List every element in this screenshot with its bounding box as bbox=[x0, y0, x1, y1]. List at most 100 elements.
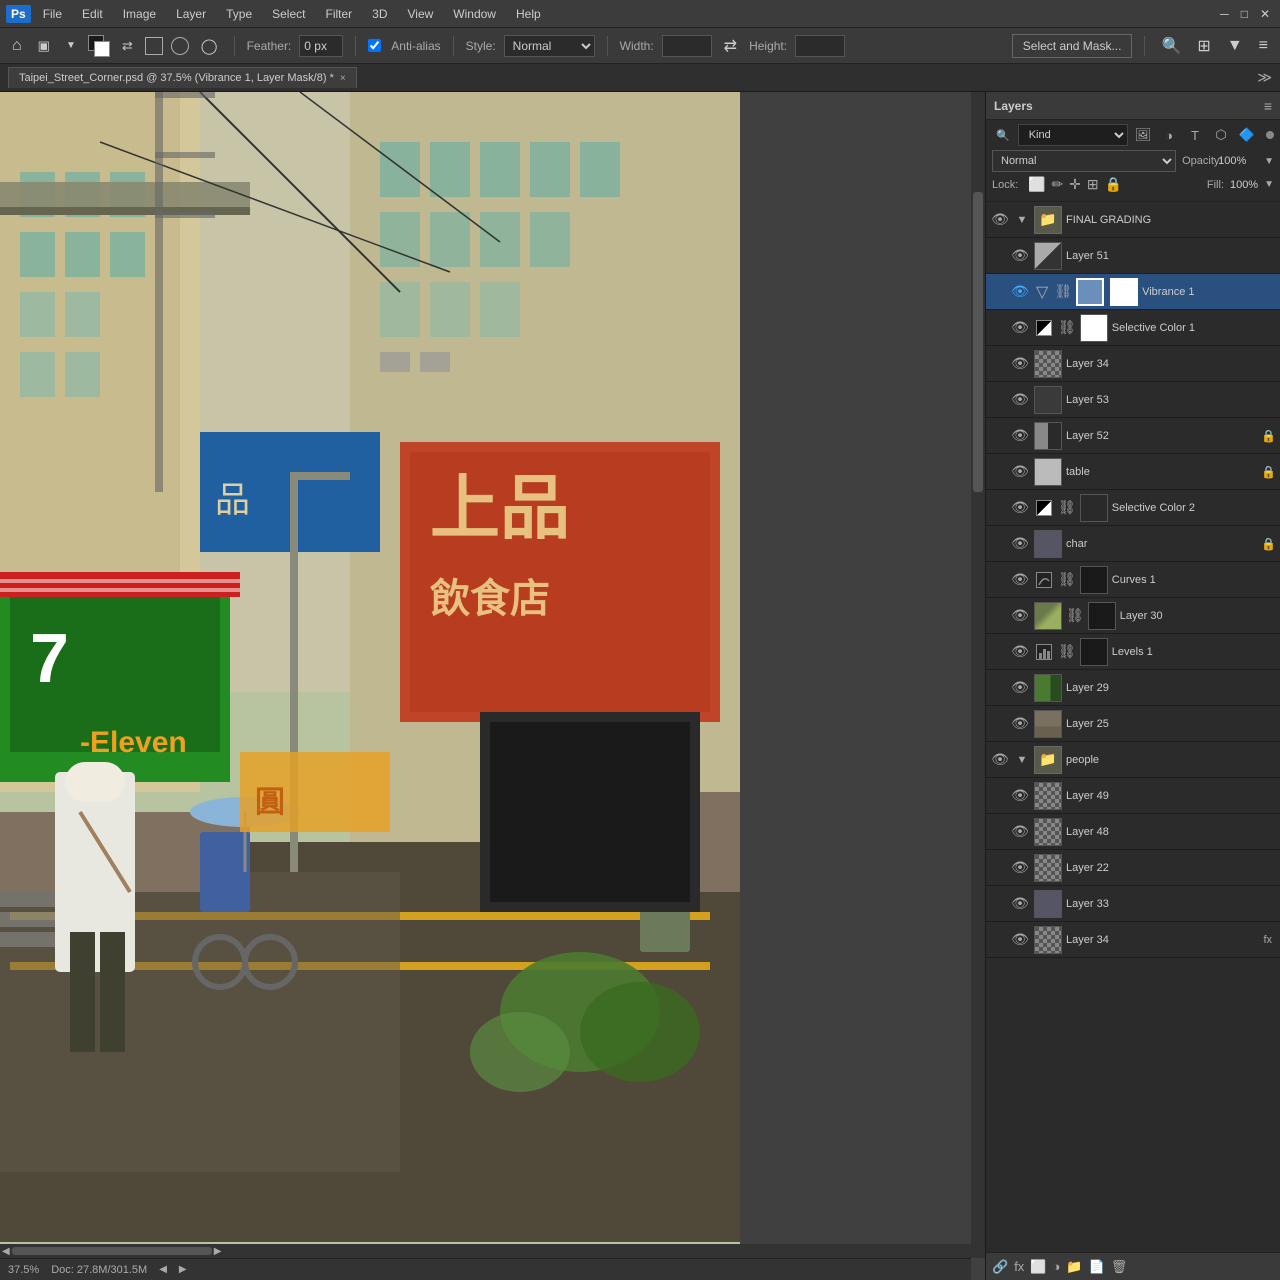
new-layer-btn[interactable]: 📄 bbox=[1089, 1259, 1105, 1275]
layer-item-layer51[interactable]: 👁 Layer 51 bbox=[986, 238, 1280, 274]
layer-item-levels1[interactable]: 👁 ⛓ Levels 1 bbox=[986, 634, 1280, 670]
layer-list[interactable]: 👁 ▼ 📁 FINAL GRADING 👁 Layer 51 bbox=[986, 202, 1280, 1252]
layer-vis-layer52[interactable]: 👁 bbox=[1010, 427, 1030, 444]
layer-item-layer25[interactable]: 👁 Layer 25 bbox=[986, 706, 1280, 742]
menu-layer[interactable]: Layer bbox=[168, 5, 214, 23]
layer-item-char[interactable]: 👁 char 🔒 bbox=[986, 526, 1280, 562]
layer-vis-layer22[interactable]: 👁 bbox=[1010, 859, 1030, 876]
lock-transparent-btn[interactable]: ⬜ bbox=[1028, 176, 1045, 193]
layer-vis-people[interactable]: 👁 bbox=[990, 751, 1010, 768]
layer-item-people[interactable]: 👁 ▼ 📁 people bbox=[986, 742, 1280, 778]
swap-dims-btn[interactable]: ⇄ bbox=[720, 34, 741, 58]
layer-vis-vibrance1[interactable]: 👁 bbox=[1010, 283, 1030, 300]
layer-item-layer52[interactable]: 👁 Layer 52 🔒 bbox=[986, 418, 1280, 454]
layer-item-layer33[interactable]: 👁 Layer 33 bbox=[986, 886, 1280, 922]
layer-expand-final-grading[interactable]: ▼ bbox=[1014, 214, 1030, 226]
marquee-rect-btn[interactable]: ▣ bbox=[34, 36, 54, 56]
document-tab[interactable]: Taipei_Street_Corner.psd @ 37.5% (Vibran… bbox=[8, 67, 357, 88]
canvas-hscroll-thumb[interactable] bbox=[12, 1247, 212, 1255]
style-select[interactable]: Normal Fixed Ratio Fixed Size bbox=[504, 35, 595, 57]
menu-type[interactable]: Type bbox=[218, 5, 260, 23]
shape-filter-btn[interactable]: ⬡ bbox=[1210, 124, 1232, 146]
marquee-option-btn[interactable]: ▼ bbox=[62, 38, 80, 53]
width-input[interactable] bbox=[662, 35, 712, 57]
lasso-sel-btn[interactable]: ◯ bbox=[197, 35, 222, 57]
layer-chain-levels1[interactable]: ⛓ bbox=[1058, 643, 1076, 660]
lock-artboard-btn[interactable]: ⊞ bbox=[1087, 176, 1099, 193]
layer-item-layer30[interactable]: 👁 ⛓ Layer 30 bbox=[986, 598, 1280, 634]
canvas-vscrollbar[interactable] bbox=[971, 92, 985, 1258]
canvas-area[interactable]: 上品 飲食店 7 -Eleven 品 bbox=[0, 92, 985, 1280]
canvas-hscrollbar[interactable]: ◀ ▶ bbox=[0, 1244, 971, 1258]
layer-chain-layer30[interactable]: ⛓ bbox=[1066, 607, 1084, 624]
delete-layer-btn[interactable]: 🗑 bbox=[1111, 1259, 1128, 1275]
layer-chain-selective2[interactable]: ⛓ bbox=[1058, 499, 1076, 516]
layer-item-selective1[interactable]: 👁 ⛓ Selective Color 1 bbox=[986, 310, 1280, 346]
layer-vis-layer29[interactable]: 👁 bbox=[1010, 679, 1030, 696]
panel-toggle-btn[interactable]: ≫ bbox=[1257, 69, 1272, 86]
lock-position-btn[interactable]: ✛ bbox=[1069, 176, 1081, 193]
scroll-right-btn[interactable]: ▶ bbox=[212, 1246, 224, 1257]
layer-item-layer49[interactable]: 👁 Layer 49 bbox=[986, 778, 1280, 814]
rect-sel-btn[interactable] bbox=[145, 37, 163, 55]
new-group-btn[interactable]: 📁 bbox=[1066, 1259, 1082, 1275]
layer-vis-curves1[interactable]: 👁 bbox=[1010, 571, 1030, 588]
maximize-btn[interactable]: □ bbox=[1237, 5, 1252, 23]
add-adjustment-btn[interactable]: ◑ bbox=[1053, 1259, 1061, 1275]
layer-item-layer34a[interactable]: 👁 Layer 34 bbox=[986, 346, 1280, 382]
minimize-btn[interactable]: ─ bbox=[1216, 5, 1233, 23]
extras-btn[interactable]: ≡ bbox=[1255, 35, 1272, 57]
layer-item-layer53[interactable]: 👁 Layer 53 bbox=[986, 382, 1280, 418]
scroll-left-btn[interactable]: ◀ bbox=[0, 1246, 12, 1257]
layer-vis-char[interactable]: 👁 bbox=[1010, 535, 1030, 552]
layer-vis-layer49[interactable]: 👁 bbox=[1010, 787, 1030, 804]
foreground-swatch[interactable] bbox=[88, 35, 110, 57]
layer-vis-layer30[interactable]: 👁 bbox=[1010, 607, 1030, 624]
feather-input[interactable] bbox=[299, 35, 343, 57]
workspace-btn[interactable]: ▼ bbox=[1223, 35, 1247, 57]
layer-vis-layer33[interactable]: 👁 bbox=[1010, 895, 1030, 912]
layer-vis-selective2[interactable]: 👁 bbox=[1010, 499, 1030, 516]
layer-item-layer34b[interactable]: 👁 Layer 34 fx bbox=[986, 922, 1280, 958]
layer-item-layer22[interactable]: 👁 Layer 22 bbox=[986, 850, 1280, 886]
layer-vis-layer51[interactable]: 👁 bbox=[1010, 247, 1030, 264]
menu-edit[interactable]: Edit bbox=[74, 5, 111, 23]
status-expand-btn[interactable]: ◀ bbox=[159, 1264, 167, 1275]
layer-vis-layer34b[interactable]: 👁 bbox=[1010, 931, 1030, 948]
layer-kind-select[interactable]: Kind bbox=[1018, 124, 1128, 146]
add-style-btn[interactable]: fx bbox=[1014, 1259, 1024, 1275]
close-btn[interactable]: ✕ bbox=[1256, 5, 1274, 23]
status-collapse-btn[interactable]: ▶ bbox=[179, 1264, 187, 1275]
height-input[interactable] bbox=[795, 35, 845, 57]
home-btn[interactable]: ⌂ bbox=[8, 35, 26, 57]
text-filter-btn[interactable]: T bbox=[1184, 124, 1206, 146]
layer-item-table[interactable]: 👁 table 🔒 bbox=[986, 454, 1280, 490]
link-layers-btn[interactable]: 🔗 bbox=[992, 1259, 1008, 1275]
layer-expand-people[interactable]: ▼ bbox=[1014, 754, 1030, 766]
menu-view[interactable]: View bbox=[400, 5, 442, 23]
menu-file[interactable]: File bbox=[35, 5, 70, 23]
layer-chain-selective1[interactable]: ⛓ bbox=[1058, 319, 1076, 336]
layer-vis-final-grading[interactable]: 👁 bbox=[990, 211, 1010, 228]
switch-colors-btn[interactable]: ⇄ bbox=[118, 36, 137, 56]
layer-vis-selective1[interactable]: 👁 bbox=[1010, 319, 1030, 336]
layer-vis-table[interactable]: 👁 bbox=[1010, 463, 1030, 480]
layer-item-final-grading[interactable]: 👁 ▼ 📁 FINAL GRADING bbox=[986, 202, 1280, 238]
layer-item-layer48[interactable]: 👁 Layer 48 bbox=[986, 814, 1280, 850]
pixel-filter-btn[interactable]: 🖼 bbox=[1132, 124, 1154, 146]
lock-all-btn[interactable]: 🔒 bbox=[1105, 176, 1122, 193]
layer-vis-layer34a[interactable]: 👁 bbox=[1010, 355, 1030, 372]
opacity-options-btn[interactable]: ▼ bbox=[1264, 156, 1274, 167]
menu-image[interactable]: Image bbox=[115, 5, 164, 23]
smart-filter-btn[interactable]: 🔷 bbox=[1236, 124, 1258, 146]
menu-help[interactable]: Help bbox=[508, 5, 549, 23]
layer-item-selective2[interactable]: 👁 ⛓ Selective Color 2 bbox=[986, 490, 1280, 526]
layer-chain-vibrance1[interactable]: ⛓ bbox=[1054, 283, 1072, 300]
antialias-check[interactable] bbox=[368, 39, 381, 52]
layer-vis-layer25[interactable]: 👁 bbox=[1010, 715, 1030, 732]
lock-image-btn[interactable]: ✏ bbox=[1051, 176, 1063, 193]
layer-item-layer29[interactable]: 👁 Layer 29 bbox=[986, 670, 1280, 706]
canvas-vscroll-thumb[interactable] bbox=[973, 192, 983, 492]
menu-3d[interactable]: 3D bbox=[364, 5, 395, 23]
fill-options-btn[interactable]: ▼ bbox=[1264, 179, 1274, 190]
